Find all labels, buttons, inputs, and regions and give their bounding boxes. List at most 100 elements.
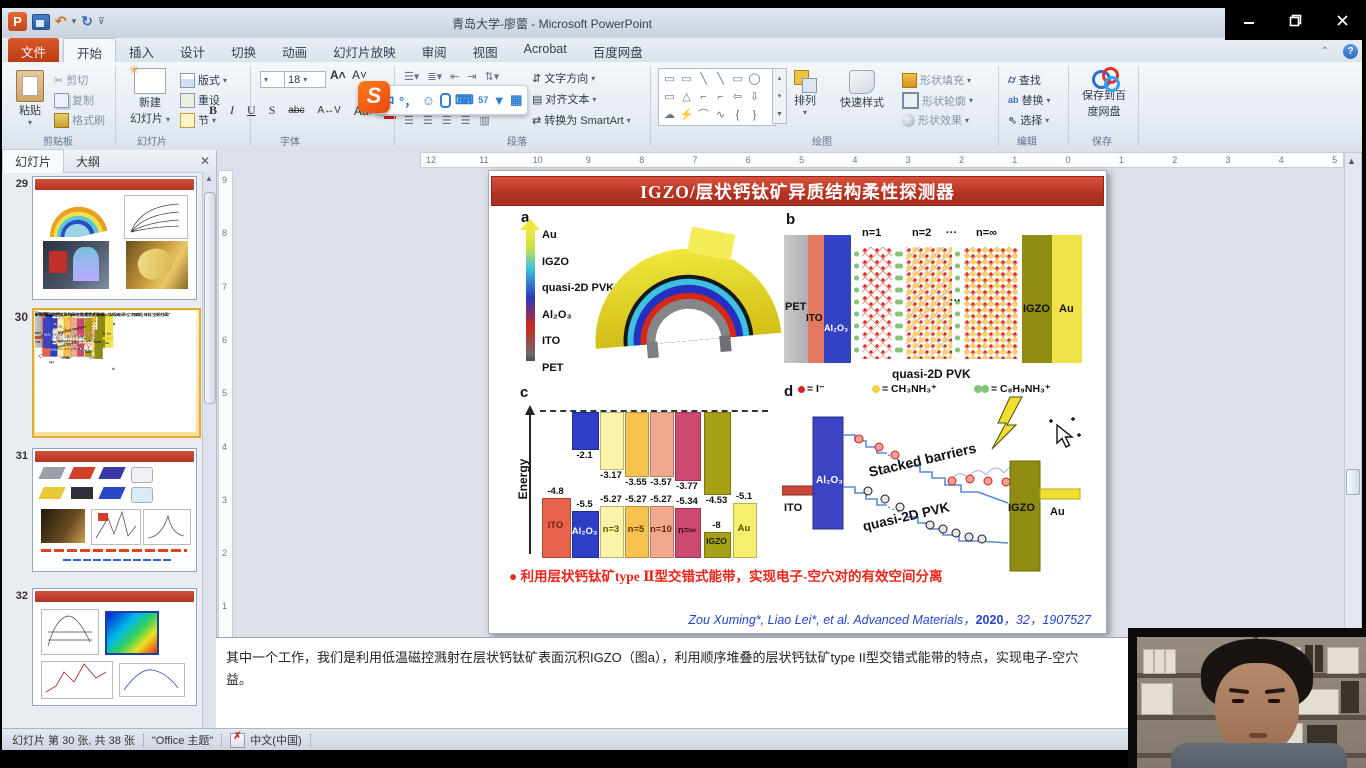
shape-effects-button[interactable]: 形状效果▾ xyxy=(902,112,969,128)
bullets-icon[interactable]: ☰▾ xyxy=(404,70,419,83)
quick-styles-button[interactable]: 快速样式 xyxy=(840,70,884,110)
sogou-input-toolbar[interactable]: 中°，☺⌨57▼▦ xyxy=(376,85,528,115)
help-icon[interactable]: ? xyxy=(1343,44,1358,59)
ribbon-tab-百度网盘[interactable]: 百度网盘 xyxy=(580,38,656,62)
slides-panel-scrollbar[interactable]: ▲ xyxy=(202,172,216,728)
ribbon-tab-插入[interactable]: 插入 xyxy=(116,38,167,62)
ribbon-tab-设计[interactable]: 设计 xyxy=(167,38,218,62)
save-to-baidu-button[interactable]: 保存到百 度网盘 xyxy=(1078,67,1130,119)
text-direction-button[interactable]: ⇵文字方向▾ xyxy=(532,70,595,86)
shadow-icon[interactable]: S xyxy=(267,103,278,118)
tab-outline[interactable]: 大纲 xyxy=(64,150,112,173)
shape-glyph[interactable]: ⚡ xyxy=(678,107,695,123)
bold-icon[interactable]: B xyxy=(207,103,219,118)
numbering-icon[interactable]: ≣▾ xyxy=(427,70,442,83)
find-button[interactable]: ⌭查找 xyxy=(1008,72,1041,88)
ribbon-tab-审阅[interactable]: 审阅 xyxy=(409,38,460,62)
italic-icon[interactable]: I xyxy=(228,103,236,118)
smartart-button[interactable]: ⇄转换为 SmartArt▾ xyxy=(532,112,631,128)
strikethrough-icon[interactable]: abc xyxy=(286,105,306,116)
char-spacing-icon[interactable]: A↔V xyxy=(316,105,343,116)
ribbon-tab-切换[interactable]: 切换 xyxy=(218,38,269,62)
shape-glyph[interactable]: ╲ xyxy=(712,71,729,87)
shape-glyph[interactable]: ⌐ xyxy=(712,89,729,105)
ribbon-tab-动画[interactable]: 动画 xyxy=(269,38,320,62)
shape-glyph[interactable]: ▭ xyxy=(729,71,746,87)
align-left-icon[interactable]: ☰ xyxy=(404,114,414,127)
language-indicator[interactable]: 中文(中国) xyxy=(250,732,301,748)
shape-glyph[interactable]: ╲ xyxy=(695,71,712,87)
align-center-icon[interactable]: ☰ xyxy=(423,114,433,127)
shape-glyph[interactable]: ⇦ xyxy=(729,89,746,105)
shape-glyph[interactable]: ▭ xyxy=(661,71,678,87)
spellcheck-icon[interactable]: ✗ xyxy=(230,733,245,748)
sogou-logo-icon[interactable]: S xyxy=(358,81,390,113)
slide-32-thumbnail[interactable] xyxy=(32,588,197,706)
cut-button[interactable]: ✂剪切 xyxy=(54,72,88,88)
shape-glyph[interactable]: ◯ xyxy=(746,71,763,87)
shape-glyph[interactable]: ⌐ xyxy=(695,89,712,105)
slide-canvas[interactable]: IGZO/层状钙钛矿异质结构柔性探测器 a AuIGZOquasi-2D PVK… xyxy=(35,311,196,432)
ribbon-tab-开始[interactable]: 开始 xyxy=(63,38,116,62)
scroll-up-icon[interactable]: ▲ xyxy=(1347,156,1356,166)
slide-canvas[interactable]: IGZO/层状钙钛矿异质结构柔性探测器 a AuIGZOquasi-2D PVK… xyxy=(488,170,1107,634)
sogou-icon[interactable]: ▦ xyxy=(510,92,522,108)
sogou-icon[interactable] xyxy=(440,93,451,108)
shape-glyph[interactable]: ☁ xyxy=(661,107,678,123)
slide-30-thumbnail-selected[interactable]: IGZO/层状钙钛矿异质结构柔性探测器 a AuIGZOquasi-2D PVK… xyxy=(32,308,201,438)
shape-fill-button[interactable]: 形状填充▾ xyxy=(902,72,971,88)
ribbon-tab-Acrobat[interactable]: Acrobat xyxy=(511,38,580,62)
shape-glyph[interactable]: ∿ xyxy=(712,107,729,123)
select-button[interactable]: ⇖选择▾ xyxy=(1008,112,1049,128)
horizontal-ruler[interactable]: 121110987654321012345 xyxy=(420,152,1344,168)
columns-icon[interactable]: ▥ xyxy=(480,114,490,127)
sogou-icon[interactable]: ⌨ xyxy=(455,92,474,108)
font-size-combo[interactable]: 18▾ xyxy=(284,71,326,88)
format-painter-button[interactable]: 格式刷 xyxy=(54,112,105,128)
font-name-combo[interactable]: ▾ xyxy=(260,71,286,88)
panel-scroll-thumb[interactable] xyxy=(204,192,216,404)
shapes-gallery[interactable]: ▭▭╲╲▭◯▭△⌐⌐⇦⇩☁⚡⌒∿{} xyxy=(658,68,776,126)
sogou-icon[interactable]: 57 xyxy=(478,95,488,105)
scrollbar-thumb[interactable] xyxy=(1346,469,1360,495)
sogou-icon[interactable]: °， xyxy=(399,91,417,110)
increase-indent-icon[interactable]: ⇥ xyxy=(467,70,476,83)
grow-font-icon[interactable]: A˄ xyxy=(328,68,348,82)
align-right-icon[interactable]: ☰ xyxy=(442,114,452,127)
shape-outline-button[interactable]: 形状轮廓▾ xyxy=(902,92,973,109)
shape-glyph[interactable]: } xyxy=(746,107,763,123)
shrink-font-icon[interactable]: A˅ xyxy=(350,68,369,82)
replace-button[interactable]: ab替换▾ xyxy=(1008,92,1051,108)
collapse-ribbon-icon[interactable]: ⌃ xyxy=(1321,46,1329,57)
copy-button[interactable]: 复制 xyxy=(54,92,94,108)
ribbon-tab-视图[interactable]: 视图 xyxy=(460,38,511,62)
slide-title-banner[interactable]: IGZO/层状钙钛矿异质结构柔性探测器 xyxy=(491,176,1104,206)
align-text-button[interactable]: ▤对齐文本▾ xyxy=(532,91,596,107)
arrange-button[interactable]: 排列▾ xyxy=(794,70,816,117)
ribbon-tab-幻灯片放映[interactable]: 幻灯片放映 xyxy=(320,38,409,62)
panel-scroll-up-icon[interactable]: ▲ xyxy=(205,174,213,183)
restore-button[interactable] xyxy=(1281,9,1311,31)
line-spacing-icon[interactable]: ⇅▾ xyxy=(485,70,500,83)
layout-button[interactable]: 版式▾ xyxy=(180,72,227,88)
sogou-icon[interactable]: ▼ xyxy=(493,93,506,108)
new-slide-button[interactable]: ✳ 新建 幻灯片 ▾ xyxy=(124,68,176,126)
minimize-button[interactable] xyxy=(1234,9,1264,31)
shape-glyph[interactable]: { xyxy=(729,107,746,123)
citation[interactable]: Zou Xuming*, Liao Lei*, et al. Advanced … xyxy=(639,609,1091,628)
shape-glyph[interactable]: ⌒ xyxy=(695,107,712,123)
ribbon-tab-文件[interactable]: 文件 xyxy=(8,38,59,62)
paste-button[interactable]: 粘贴▾ xyxy=(16,70,44,127)
slide-29-thumbnail[interactable] xyxy=(32,176,197,300)
underline-icon[interactable]: U xyxy=(245,103,258,118)
shapes-gallery-scroll[interactable]: ▴▾▼ xyxy=(772,68,787,124)
slide-bullet-text[interactable]: ● 利用层状钙钛矿type Ⅱ型交错式能带，实现电子-空穴对的有效空间分离 xyxy=(509,565,1089,585)
close-button[interactable] xyxy=(1328,9,1358,31)
tab-slides[interactable]: 幻灯片 xyxy=(2,149,64,173)
slide-31-thumbnail[interactable] xyxy=(32,448,197,572)
shape-glyph[interactable]: ⇩ xyxy=(746,89,763,105)
shape-glyph[interactable]: △ xyxy=(678,89,695,105)
justify-icon[interactable]: ☰ xyxy=(461,114,471,127)
decrease-indent-icon[interactable]: ⇤ xyxy=(450,70,459,83)
shape-glyph[interactable]: ▭ xyxy=(661,89,678,105)
